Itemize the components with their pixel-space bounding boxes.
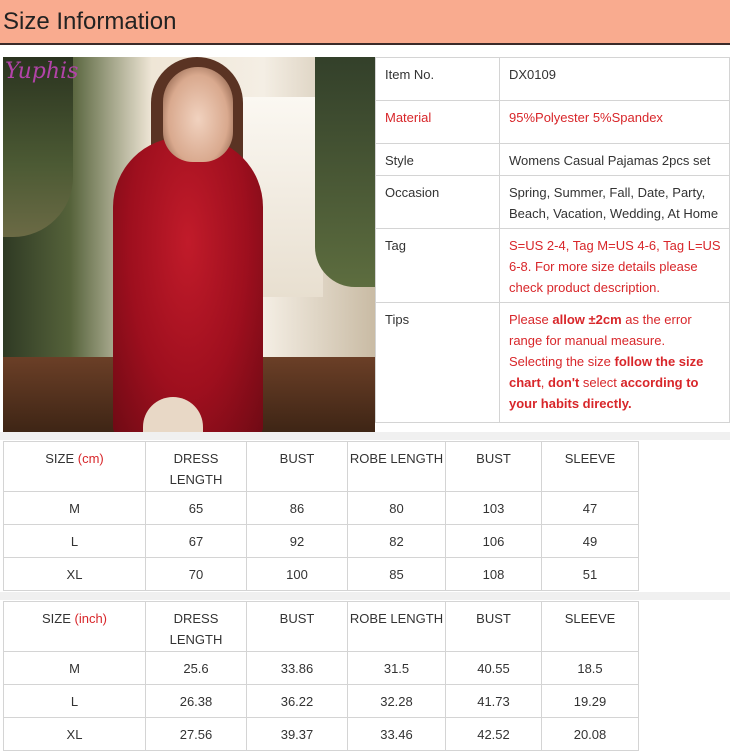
section-divider <box>0 432 730 440</box>
tips-part: don't <box>548 375 580 390</box>
column-header: SLEEVE <box>541 601 639 652</box>
column-header: DRESS LENGTH <box>145 441 247 492</box>
table-cell: 100 <box>246 557 348 591</box>
table-row: L 26.38 36.22 32.28 41.73 19.29 <box>3 684 639 718</box>
table-cell: 85 <box>347 557 446 591</box>
table-cell: 49 <box>541 524 639 558</box>
table-cell: 92 <box>246 524 348 558</box>
column-header: BUST <box>246 441 348 492</box>
red-robe-figure <box>113 137 263 432</box>
brand-logo: Yuphis <box>5 59 79 84</box>
model-head <box>163 67 233 162</box>
unit-label: (cm) <box>77 451 104 466</box>
size-cell: XL <box>3 557 146 591</box>
tips-value: Please allow ±2cm as the error range for… <box>499 302 730 423</box>
table-cell: 26.38 <box>145 684 247 718</box>
column-header: BUST <box>445 601 542 652</box>
column-header: SLEEVE <box>541 441 639 492</box>
curtain-left <box>3 57 73 237</box>
table-cell: 47 <box>541 491 639 525</box>
table-cell: 18.5 <box>541 651 639 685</box>
page-title: Size Information <box>3 8 177 35</box>
section-divider <box>0 592 730 600</box>
size-table-cm: SIZE (cm) DRESS LENGTH BUST ROBE LENGTH … <box>3 441 639 591</box>
info-row-tag: Tag S=US 2-4, Tag M=US 4-6, Tag L=US 6-8… <box>375 228 730 303</box>
tips-part: , <box>540 375 549 390</box>
size-table-inch: SIZE (inch) DRESS LENGTH BUST ROBE LENGT… <box>3 601 639 751</box>
table-cell: 82 <box>347 524 446 558</box>
column-header: BUST <box>445 441 542 492</box>
table-cell: 27.56 <box>145 717 247 751</box>
info-value: Spring, Summer, Fall, Date, Party, Beach… <box>499 175 730 229</box>
table-cell: 42.52 <box>445 717 542 751</box>
table-cell: 33.86 <box>246 651 348 685</box>
info-key: Style <box>375 143 500 176</box>
table-row: L 67 92 82 106 49 <box>3 524 639 558</box>
product-info-table: Item No. DX0109 Material 95%Polyester 5%… <box>375 57 730 423</box>
size-header-cell: SIZE (cm) <box>3 441 146 492</box>
table-row: XL 70 100 85 108 51 <box>3 557 639 591</box>
table-cell: 86 <box>246 491 348 525</box>
table-cell: 67 <box>145 524 247 558</box>
size-table-header: SIZE (inch) DRESS LENGTH BUST ROBE LENGT… <box>3 601 639 652</box>
table-cell: 33.46 <box>347 717 446 751</box>
table-cell: 70 <box>145 557 247 591</box>
table-cell: 20.08 <box>541 717 639 751</box>
info-value: Womens Casual Pajamas 2pcs set <box>499 143 730 176</box>
table-row: M 25.6 33.86 31.5 40.55 18.5 <box>3 651 639 685</box>
table-cell: 32.28 <box>347 684 446 718</box>
size-label: SIZE <box>41 611 71 626</box>
table-cell: 41.73 <box>445 684 542 718</box>
size-label: SIZE <box>45 451 75 466</box>
size-cell: M <box>3 491 146 525</box>
tips-part: Please <box>509 312 553 327</box>
table-cell: 36.22 <box>246 684 348 718</box>
size-cell: XL <box>3 717 146 751</box>
size-cell: M <box>3 651 146 685</box>
column-header: ROBE LENGTH <box>347 441 446 492</box>
column-header: BUST <box>246 601 348 652</box>
table-cell: 25.6 <box>145 651 247 685</box>
info-key: Tips <box>375 302 500 423</box>
info-row-material: Material 95%Polyester 5%Spandex <box>375 100 730 144</box>
info-row-style: Style Womens Casual Pajamas 2pcs set <box>375 143 730 176</box>
size-table-header: SIZE (cm) DRESS LENGTH BUST ROBE LENGTH … <box>3 441 639 492</box>
info-value: DX0109 <box>499 57 730 101</box>
table-cell: 108 <box>445 557 542 591</box>
product-photo: Yuphis <box>3 57 375 432</box>
column-header: DRESS LENGTH <box>145 601 247 652</box>
info-key: Item No. <box>375 57 500 101</box>
table-cell: 80 <box>347 491 446 525</box>
tips-part: select <box>579 375 621 390</box>
info-value: S=US 2-4, Tag M=US 4-6, Tag L=US 6-8. Fo… <box>499 228 730 303</box>
column-header: ROBE LENGTH <box>347 601 446 652</box>
info-key: Tag <box>375 228 500 303</box>
table-cell: 106 <box>445 524 542 558</box>
table-cell: 103 <box>445 491 542 525</box>
header-bar: Size Information <box>0 0 730 45</box>
unit-label: (inch) <box>74 611 108 626</box>
size-cell: L <box>3 524 146 558</box>
curtain-right <box>315 57 375 287</box>
table-cell: 19.29 <box>541 684 639 718</box>
table-cell: 39.37 <box>246 717 348 751</box>
info-row-occasion: Occasion Spring, Summer, Fall, Date, Par… <box>375 175 730 229</box>
info-key: Material <box>375 100 500 144</box>
table-cell: 31.5 <box>347 651 446 685</box>
size-header-cell: SIZE (inch) <box>3 601 146 652</box>
info-key: Occasion <box>375 175 500 229</box>
info-row-item-no: Item No. DX0109 <box>375 57 730 101</box>
info-row-tips: Tips Please allow ±2cm as the error rang… <box>375 302 730 423</box>
table-row: M 65 86 80 103 47 <box>3 491 639 525</box>
table-cell: 40.55 <box>445 651 542 685</box>
table-row: XL 27.56 39.37 33.46 42.52 20.08 <box>3 717 639 751</box>
size-cell: L <box>3 684 146 718</box>
table-cell: 65 <box>145 491 247 525</box>
table-cell: 51 <box>541 557 639 591</box>
tips-part: allow ±2cm <box>552 312 622 327</box>
info-value: 95%Polyester 5%Spandex <box>499 100 730 144</box>
